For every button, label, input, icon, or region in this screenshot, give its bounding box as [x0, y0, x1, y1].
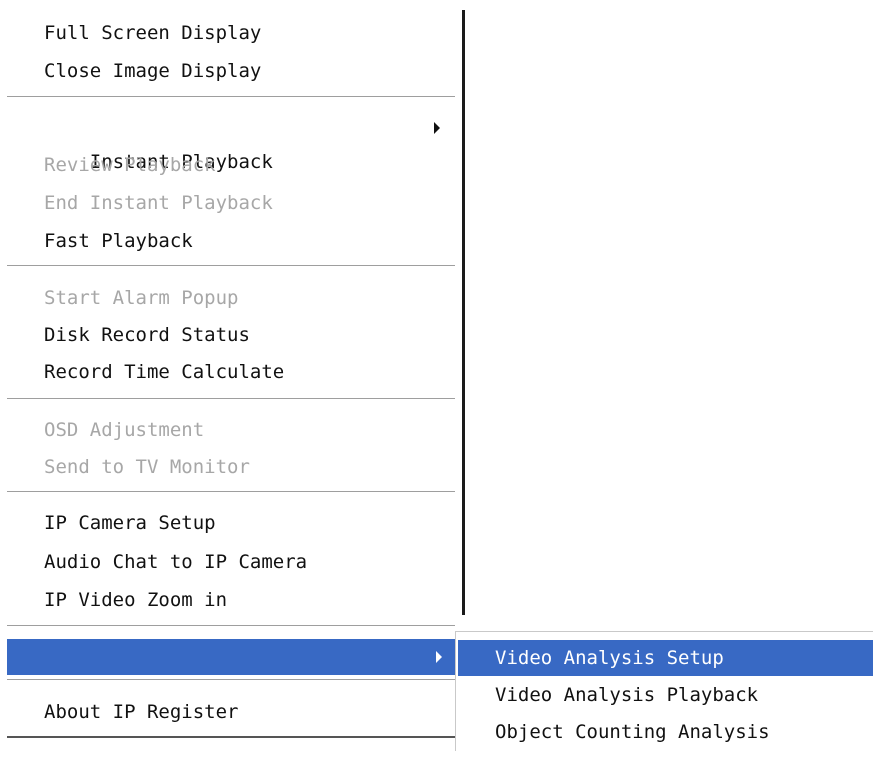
- menu-item-review-playback: Review Playback: [44, 154, 216, 176]
- menu-separator: [7, 265, 455, 267]
- menu-right-border: [462, 10, 465, 615]
- menu-item-record-time-calculate[interactable]: Record Time Calculate: [7, 355, 455, 389]
- menu-separator: [7, 625, 455, 627]
- menu-item-fast-playback[interactable]: Fast Playback: [7, 224, 455, 258]
- menu-item-ip-video-zoom-in[interactable]: IP Video Zoom in: [7, 583, 455, 617]
- submenu-item-video-analysis-playback[interactable]: Video Analysis Playback: [458, 677, 873, 713]
- menu-item-video-intelligent-analysis[interactable]: Video Intelligent Analysis: [7, 639, 455, 704]
- menu-separator: [7, 491, 455, 493]
- menu-item-instant-playback[interactable]: Instant Playback: [7, 111, 455, 173]
- submenu-item-object-counting-analysis[interactable]: Object Counting Analysis: [458, 714, 873, 750]
- menu-item-disk-record-status[interactable]: Disk Record Status: [7, 318, 455, 352]
- menu-item-full-screen-display[interactable]: Full Screen Display: [7, 16, 455, 50]
- menu-separator: [7, 398, 455, 400]
- menu-item-close-image-display[interactable]: Close Image Display: [7, 54, 455, 88]
- submenu-item-video-analysis-setup[interactable]: Video Analysis Setup: [458, 640, 873, 676]
- menu-item-ip-camera-setup[interactable]: IP Camera Setup: [7, 506, 455, 540]
- menu-item-osd-adjustment: OSD Adjustment: [44, 419, 205, 441]
- context-menu: Full Screen Display Close Image Display …: [0, 0, 464, 738]
- menu-item-send-to-tv-monitor: Send to TV Monitor: [44, 456, 250, 478]
- menu-item-about-ip-register[interactable]: About IP Register: [7, 695, 455, 729]
- menu-bottom-border: [7, 736, 455, 738]
- triangle-right-icon: [436, 651, 442, 663]
- menu-separator: [7, 679, 455, 681]
- menu-separator: [7, 96, 455, 98]
- menu-item-end-instant-playback: End Instant Playback: [44, 192, 273, 214]
- menu-item-start-alarm-popup: Start Alarm Popup: [44, 287, 239, 309]
- triangle-right-icon: [434, 122, 440, 134]
- video-analysis-submenu: Video Analysis Setup Video Analysis Play…: [455, 631, 873, 751]
- menu-item-audio-chat-to-ip-camera[interactable]: Audio Chat to IP Camera: [7, 545, 455, 579]
